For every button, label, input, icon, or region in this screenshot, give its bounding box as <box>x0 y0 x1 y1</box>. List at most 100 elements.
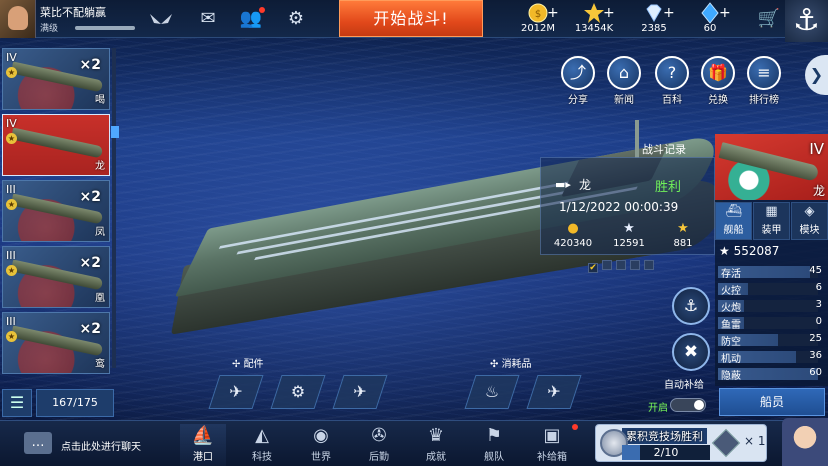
battle-result: 胜利 <box>655 180 682 195</box>
list-menu-icon[interactable]: ☰ <box>2 389 32 417</box>
crew-button[interactable]: 船员 <box>719 388 825 416</box>
stat-row: 防空 25 <box>717 332 826 348</box>
notification-dot <box>259 7 265 13</box>
pager-dot[interactable]: ✔ <box>588 263 598 273</box>
shop-cart-icon[interactable]: 🛒 <box>756 8 782 30</box>
ship-card[interactable]: III ★ ×2 凰 <box>2 246 110 308</box>
battle-record-panel: 战斗记录 ▬▸ 龙 胜利 1/12/2022 00:00:39 ● 420340 … <box>540 140 715 273</box>
notification-dot <box>572 424 578 430</box>
mail-icon[interactable]: ✉ <box>196 8 220 30</box>
tab-module[interactable]: ◈ 模块 <box>791 202 828 240</box>
ship-card[interactable]: III ★ ×2 鸾 <box>2 312 110 374</box>
player-level: 满级 <box>40 24 59 34</box>
parts-label: ✢ 配件 <box>232 359 264 370</box>
consumable-slot[interactable]: ✈ <box>526 375 582 409</box>
stat-row: 火炮 3 <box>717 298 826 314</box>
player-avatar[interactable] <box>0 0 36 38</box>
gold-coin-icon: $ <box>528 3 548 23</box>
ranking-button[interactable]: ≡ 排行榜 <box>744 56 784 106</box>
nav-supply-box[interactable]: ▣ 补给箱 <box>529 424 575 466</box>
ship-card-selected[interactable]: IV ★ 龙 <box>2 114 110 176</box>
part-slot[interactable]: ✈ <box>208 375 264 409</box>
ship-type-icon: ▬▸ <box>555 178 571 191</box>
battle-datetime: 1/12/2022 00:00:39 <box>559 200 679 214</box>
gear-icon[interactable]: ⚙ <box>284 8 308 30</box>
repair-icon[interactable]: ✖ <box>672 333 710 371</box>
rank-badge-icon: ★ <box>6 199 17 210</box>
ship-list-scrollbar[interactable] <box>111 48 119 368</box>
dock-count: 167/175 <box>36 389 114 417</box>
gears-icon: ⚙ <box>290 382 306 401</box>
chat-icon[interactable]: … <box>24 432 52 454</box>
consumable-slot[interactable]: ♨ <box>464 375 520 409</box>
arena-title: 累积竞技场胜利 <box>622 428 707 444</box>
rank-badge-icon: ★ <box>6 265 17 276</box>
chat-hint[interactable]: 点击此处进行聊天 <box>61 438 141 453</box>
stat-row: 鱼雷 0 <box>717 315 826 331</box>
record-pager: ✔ <box>588 260 658 273</box>
pager-dot[interactable] <box>630 260 640 270</box>
part-slot[interactable]: ✈ <box>332 375 388 409</box>
tab-armor[interactable]: ▦ 装甲 <box>753 202 790 240</box>
assistant-avatar[interactable] <box>782 418 828 466</box>
arena-reward-multiplier: × 1 <box>744 434 766 448</box>
pager-dot[interactable] <box>644 260 654 270</box>
ship-info-panel: IV 龙 ⛴ 舰船 ▦ 装甲 ◈ 模块 ★ 552087 存活 45 火控 6 火炮 3 鱼雷 0 防… <box>715 134 828 386</box>
start-battle-button[interactable]: 开始战斗! <box>339 0 483 37</box>
logistics-icon: ✇ <box>371 425 387 446</box>
share-button[interactable]: ⤴ 分享 <box>558 56 598 106</box>
player-name: 菜比不配躺赢 <box>40 6 106 19</box>
ship-info-tabs: ⛴ 舰船 ▦ 装甲 ◈ 模块 <box>715 202 828 240</box>
extinguisher-icon: ♨ <box>484 382 500 401</box>
news-button[interactable]: ⌂ 新闻 <box>604 56 644 106</box>
plane-icon: ✈ <box>547 382 561 401</box>
nav-tech[interactable]: ◭ 科技 <box>239 424 285 466</box>
module-icon: ◈ <box>804 204 815 219</box>
arena-progress-bar: 2/10 <box>622 445 710 460</box>
world-icon: ◉ <box>313 425 329 446</box>
tab-ship[interactable]: ⛴ 舰船 <box>715 202 752 240</box>
rank-badge-icon: ★ <box>6 133 17 144</box>
top-bar: 菜比不配躺赢 满级 ✉ 👥 ⚙ 开始战斗! $ + 2012M + 13454K… <box>0 0 828 42</box>
ship-icon: ⛴ <box>725 204 742 219</box>
battle-record-title[interactable]: 战斗记录 <box>642 141 686 157</box>
wiki-button[interactable]: ? 百科 <box>652 56 692 106</box>
nav-achievement[interactable]: ♛ 成就 <box>413 424 459 466</box>
redeem-button[interactable]: 🎁 兑换 <box>698 56 738 106</box>
diamond-icon <box>646 4 662 22</box>
nav-logistics[interactable]: ✇ 后勤 <box>356 424 402 466</box>
plane-icon: ✈ <box>229 382 243 401</box>
resource-gold[interactable]: $ + 2012M <box>508 0 568 38</box>
ship-list: IV ★ ×2 喝 IV ★ 龙 III ★ ×2 凤 III ★ ×2 凰 I… <box>0 46 119 376</box>
resource-crystals[interactable]: + 60 <box>680 0 740 38</box>
star-icon: ★ <box>623 221 635 236</box>
auto-supply-label: 自动补给 <box>664 380 704 391</box>
svg-text:$: $ <box>535 9 541 20</box>
gold-star-icon: ★ <box>677 221 689 236</box>
nav-fleet[interactable]: ⚑ 舰队 <box>471 424 517 466</box>
redeem-icon: 🎁 <box>701 56 735 90</box>
consumables-label: ✣ 消耗品 <box>490 359 532 370</box>
part-slot[interactable]: ⚙ <box>270 375 326 409</box>
wings-emblem-icon <box>150 14 172 24</box>
blue-crystal-icon <box>701 2 719 24</box>
ship-card[interactable]: III ★ ×2 凤 <box>2 180 110 242</box>
nav-port[interactable]: ⛵ 港口 <box>180 424 226 466</box>
reward-icon <box>711 428 741 458</box>
exp-bar <box>75 26 135 30</box>
pager-dot[interactable] <box>616 260 626 270</box>
ship-card[interactable]: IV ★ ×2 喝 <box>2 48 110 110</box>
armor-icon: ▦ <box>765 204 778 219</box>
supply-box-icon: ▣ <box>543 425 561 446</box>
auto-supply-toggle[interactable] <box>670 398 706 412</box>
anchor-icon[interactable]: ⚓ <box>785 0 828 42</box>
nav-world[interactable]: ◉ 世界 <box>298 424 344 466</box>
arena-progress-box[interactable]: 累积竞技场胜利 2/10 × 1 <box>595 424 767 462</box>
resource-diamonds[interactable]: + 2385 <box>624 0 684 38</box>
rank-badge-icon: ★ <box>6 67 17 78</box>
stat-row: 隐蔽 60 <box>717 366 826 382</box>
pager-dot[interactable] <box>602 260 612 270</box>
port-icon: ⛵ <box>191 425 215 446</box>
auto-supply-icon[interactable]: ⚓ <box>672 287 710 325</box>
resource-stars[interactable]: + 13454K <box>564 0 624 38</box>
